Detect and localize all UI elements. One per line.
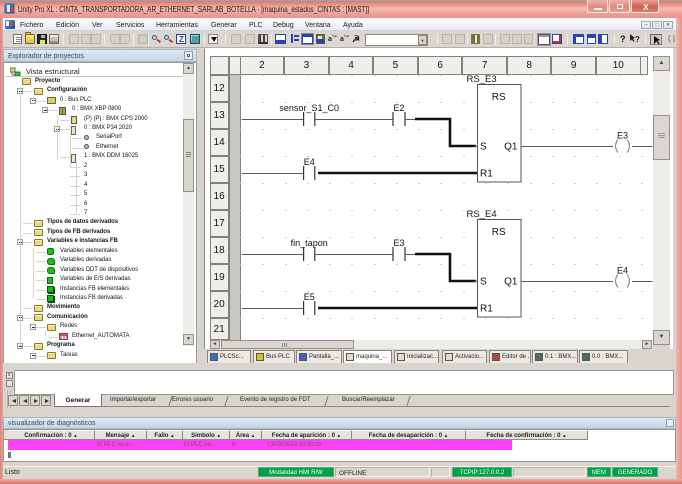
svg-text:E3: E3 — [393, 238, 404, 248]
svg-text:fin_tapon: fin_tapon — [291, 238, 328, 248]
svg-text:S: S — [480, 142, 487, 153]
svg-text:E3: E3 — [617, 131, 628, 141]
svg-text:Q1: Q1 — [504, 277, 518, 288]
svg-text:sensor_S1_C0: sensor_S1_C0 — [279, 103, 339, 113]
svg-text:R1: R1 — [480, 169, 493, 180]
svg-text:R1: R1 — [480, 304, 493, 315]
svg-text:RS_E4: RS_E4 — [467, 209, 497, 220]
svg-text:RS_E3: RS_E3 — [467, 74, 497, 85]
svg-text:RS: RS — [492, 92, 506, 103]
svg-text:S: S — [480, 277, 487, 288]
svg-text:Q1: Q1 — [504, 142, 518, 153]
svg-text:RS: RS — [492, 227, 506, 238]
svg-text:E2: E2 — [393, 103, 404, 113]
svg-text:E4: E4 — [304, 157, 315, 167]
svg-text:E4: E4 — [617, 266, 628, 276]
svg-text:E5: E5 — [304, 292, 315, 302]
